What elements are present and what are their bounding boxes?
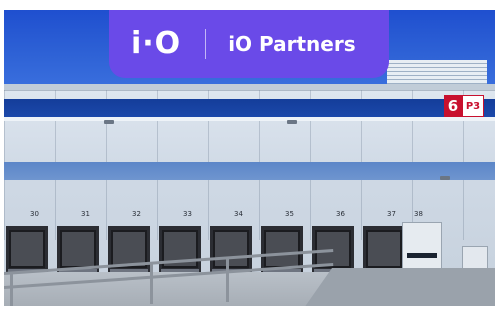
dock-number: 30 — [30, 210, 39, 218]
window-strip — [4, 162, 495, 180]
rail-post — [10, 272, 13, 306]
unit-sign: 6 P3 — [444, 95, 484, 117]
dock-number: 36 — [336, 210, 345, 218]
facade-white-band — [4, 117, 495, 121]
dock-door — [108, 226, 150, 278]
brand-banner: i·O iO Partners — [109, 10, 389, 78]
wall-lamp — [104, 120, 114, 124]
wall-lamp — [440, 176, 450, 180]
dock-door — [159, 226, 201, 278]
unit-number: 6 — [444, 95, 462, 117]
facade-blue-band — [4, 99, 495, 117]
dock-number: 32 — [132, 210, 141, 218]
dock-number: 35 — [285, 210, 294, 218]
rail-post — [226, 258, 229, 302]
brand-name: iO Partners — [228, 32, 356, 56]
logo-divider — [205, 29, 207, 59]
dock-number: 37 — [387, 210, 396, 218]
p3-logo: P3 — [462, 95, 484, 117]
access-ramp — [304, 268, 495, 306]
dock-number: 33 — [183, 210, 192, 218]
dock-number: 38 — [414, 210, 423, 218]
wall-lamp — [287, 120, 297, 124]
dock-number: 34 — [234, 210, 243, 218]
io-logo-mark: i·O — [131, 26, 182, 61]
rail-post — [150, 264, 153, 304]
dock-number: 31 — [81, 210, 90, 218]
